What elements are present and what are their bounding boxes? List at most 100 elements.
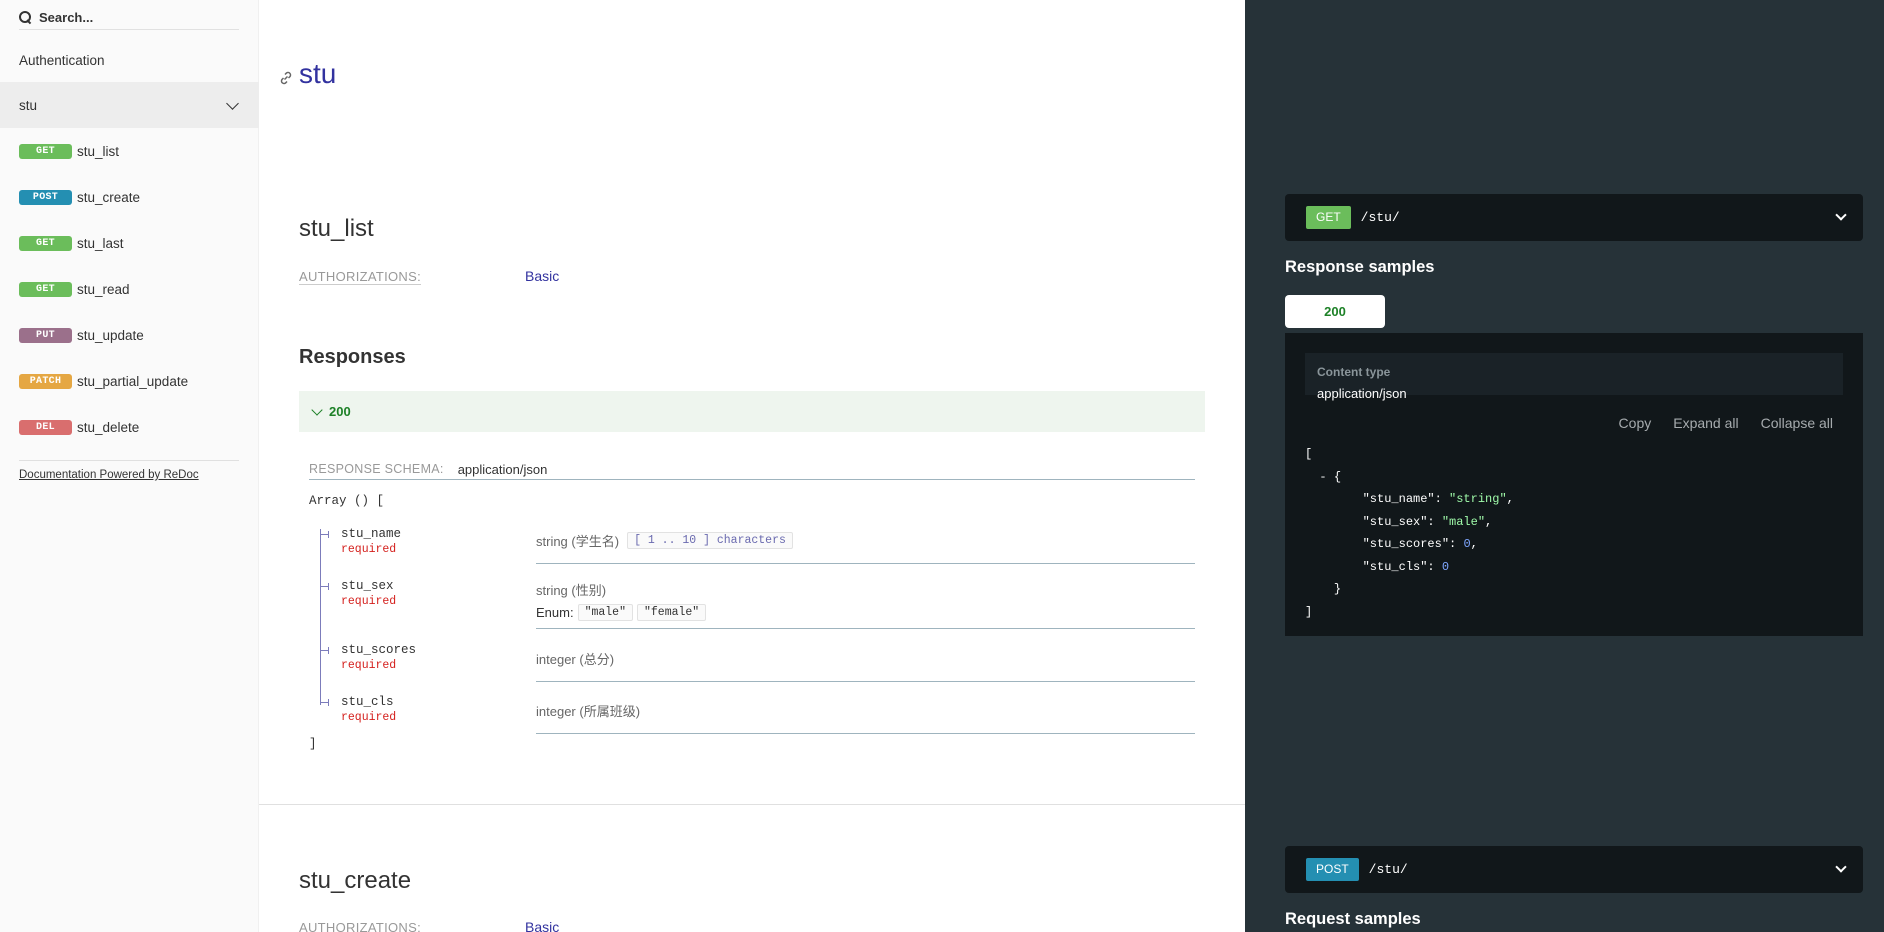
tree-hook [320,531,329,538]
json-line: "stu_sex": "male", [1362,514,1493,529]
method-badge: GET [19,281,72,297]
method-badge: GET [19,143,72,159]
endpoint-path: /stu/ [1360,210,1400,225]
property-type: integer (总分) [536,652,615,667]
sidebar-op-label: stu_list [77,143,120,159]
expand-all-button[interactable]: Expand all [1673,415,1738,431]
search-icon [19,10,33,25]
sidebar: Authentication stu GET stu_list POST stu… [0,0,259,932]
property-required: required [341,543,397,556]
powered-by-link[interactable]: Documentation Powered by ReDoc [19,469,199,481]
responses-title: Responses [299,346,406,368]
sidebar-op-label: stu_delete [77,419,140,435]
sidebar-item-authentication[interactable]: Authentication [0,37,259,83]
tree-hook [320,647,329,654]
sidebar-op-stu-list[interactable]: GET stu_list [0,128,259,174]
endpoint-method: GET [1306,206,1351,229]
section-title: stu [299,58,337,89]
property-required: required [341,659,397,672]
json-value: 0 [1441,559,1450,574]
json-line: } [1305,578,1514,601]
operation-divider [259,804,1245,805]
endpoint-path: /stu/ [1368,862,1408,877]
response-code: 200 [329,404,351,419]
sidebar-op-stu-create[interactable]: POST stu_create [0,174,259,220]
collapse-all-button[interactable]: Collapse all [1761,415,1833,431]
sample-actions: Copy Expand all Collapse all [1619,415,1833,431]
link-icon[interactable] [278,70,294,86]
tree-line [320,529,321,705]
property-type: string (性别) [536,583,607,598]
endpoint-toggle-post[interactable]: POST /stu/ [1285,846,1863,893]
method-badge: DEL [19,419,72,435]
json-line: "stu_name": "string", [1362,492,1514,506]
sidebar-op-label: stu_read [77,281,130,297]
tree-hook [320,583,329,590]
authorizations-label: AUTHORIZATIONS: [299,920,421,932]
json-sample: [ - { "stu_name": "string", "stu_sex": "… [1305,443,1514,623]
property-name: stu_scores [341,643,417,657]
content-type-dropdown[interactable]: Content type application/json [1305,353,1843,401]
search-box[interactable] [19,6,239,30]
response-schema-label: RESPONSE SCHEMA: [309,462,444,476]
copy-button[interactable]: Copy [1619,415,1652,431]
sidebar-op-label: stu_last [77,235,124,251]
sidebar-op-stu-update[interactable]: PUT stu_update [0,312,259,358]
method-badge: PATCH [19,373,72,389]
sidebar-op-stu-last[interactable]: GET stu_last [0,220,259,266]
content-type-label: Content type [1317,365,1391,379]
authorizations-label: AUTHORIZATIONS: [299,269,421,285]
response-200-toggle[interactable]: 200 [299,391,1205,432]
property-constraint: [ 1 .. 10 ] characters [627,532,793,549]
property-detail: integer (总分) [536,643,1195,682]
chevron-down-icon [1835,861,1847,873]
json-line: - { [1305,466,1514,489]
endpoint-toggle-get[interactable]: GET /stu/ [1285,194,1863,241]
json-value: "male" [1441,514,1486,529]
sidebar-item-label: Authentication [19,52,105,68]
response-samples-title: Response samples [1285,258,1435,276]
content-type-value: application/json [1317,386,1407,401]
sidebar-op-stu-partial-update[interactable]: PATCH stu_partial_update [0,358,259,404]
enum-value: "female" [637,604,707,621]
operation-title: stu_create [299,867,412,894]
authorizations-value: Basic [525,919,560,932]
sidebar-op-label: stu_partial_update [77,373,189,389]
right-panel: GET /stu/ Response samples 200 Content t… [1245,0,1884,932]
json-key: "stu_sex" [1362,514,1428,529]
sidebar-op-stu-read[interactable]: GET stu_read [0,266,259,312]
collapse-toggle[interactable]: - [1319,470,1326,484]
property-type: integer (所属班级) [536,704,641,719]
sidebar-item-stu[interactable]: stu [0,82,259,128]
enum-label: Enum: [536,605,574,620]
json-line: "stu_cls": 0 [1362,559,1450,574]
method-badge: POST [19,189,72,205]
enum-line: Enum: "male" "female" [536,604,1195,621]
property-type: string (学生名) [536,534,620,549]
json-line: "stu_scores": 0, [1362,537,1478,551]
property-required: required [341,595,397,608]
response-tab-200[interactable]: 200 [1285,295,1385,328]
sidebar-op-stu-delete[interactable]: DEL stu_delete [0,404,259,450]
sidebar-item-label: stu [19,97,38,113]
response-sample-box: Content type application/json Copy Expan… [1285,333,1863,636]
chevron-down-icon [1835,209,1847,221]
property-name: stu_name [341,527,402,541]
sidebar-divider [19,460,239,461]
authorizations-value: Basic [525,268,560,284]
search-input[interactable] [39,10,229,25]
property-detail: string (学生名) [ 1 .. 10 ] characters [536,527,1195,564]
property-detail: integer (所属班级) [536,695,1195,734]
response-schema-header: RESPONSE SCHEMA: application/json [309,459,1195,480]
enum-value: "male" [577,604,633,621]
property-required: required [341,711,397,724]
json-value: "string" [1449,492,1507,506]
json-line: [ [1305,443,1514,466]
json-brace: } [1333,582,1342,596]
sidebar-op-label: stu_update [77,327,144,343]
json-line: ] [1305,601,1514,624]
endpoint-method: POST [1306,858,1359,881]
sidebar-op-label: stu_create [77,189,141,205]
array-open: Array () [ [309,494,385,508]
main-content: stu stu_list AUTHORIZATIONS: Basic Respo… [259,0,1245,932]
